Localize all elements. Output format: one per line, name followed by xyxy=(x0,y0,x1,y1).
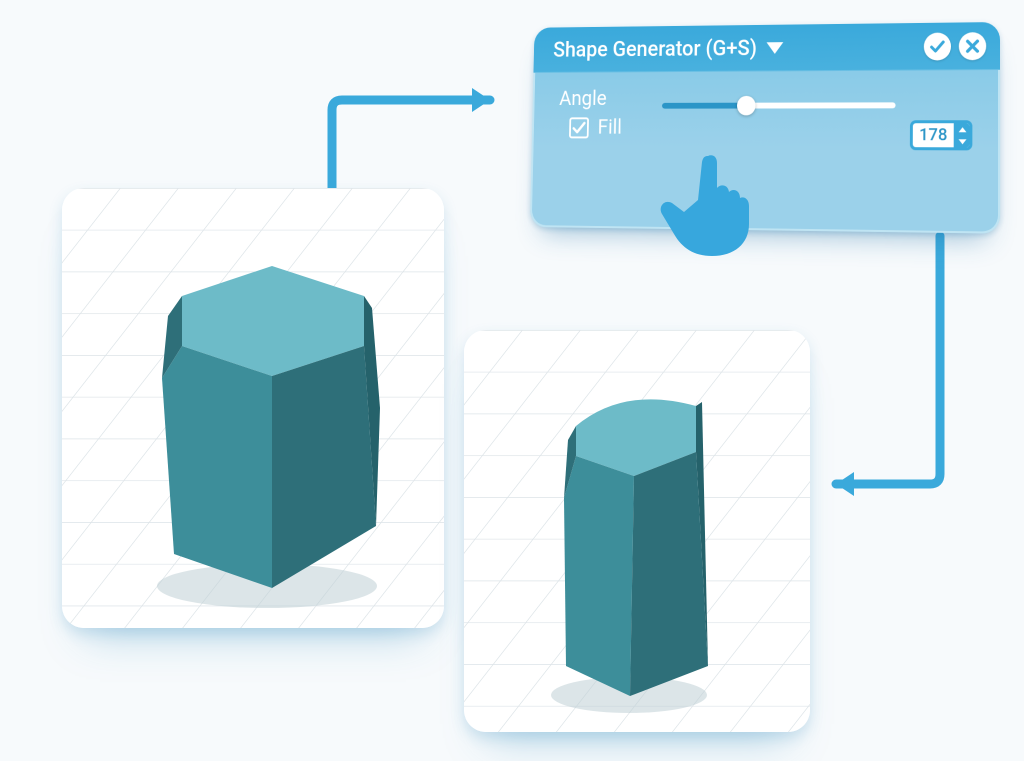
fill-checkbox[interactable] xyxy=(569,117,589,138)
panel-title: Shape Generator (G+S) xyxy=(553,36,757,62)
chevron-down-icon xyxy=(766,42,783,54)
slider-thumb[interactable] xyxy=(737,96,756,116)
shape-generator-panel: Shape Generator (G+S) Angle Fill 178 xyxy=(530,22,1000,234)
render-after xyxy=(464,330,810,732)
angle-spinbox[interactable]: 178 xyxy=(910,120,973,150)
fill-label: Fill xyxy=(597,116,622,139)
angle-value[interactable]: 178 xyxy=(913,123,954,147)
slider-fill xyxy=(662,103,746,109)
confirm-button[interactable] xyxy=(924,33,951,61)
angle-label: Angle xyxy=(559,88,607,111)
flow-arrow-output xyxy=(810,236,990,506)
render-before xyxy=(62,188,444,628)
panel-header[interactable]: Shape Generator (G+S) xyxy=(533,22,1000,73)
spin-up-button[interactable] xyxy=(955,123,970,135)
spin-down-button[interactable] xyxy=(955,135,970,147)
angle-slider[interactable] xyxy=(662,102,896,108)
close-button[interactable] xyxy=(959,32,986,60)
